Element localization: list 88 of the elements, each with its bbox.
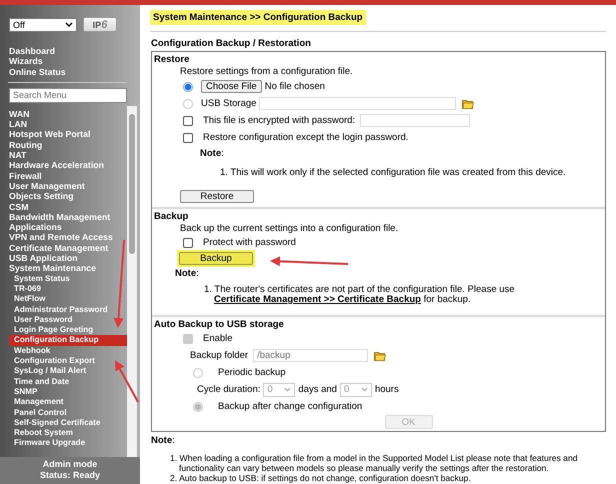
caret-icon bbox=[360, 387, 368, 392]
menu-item[interactable]: WAN bbox=[9, 108, 30, 120]
note-text: 1. The router's certificates are not part of the configuration file. Please use Certificate Management >> Certificate Backup for backup. bbox=[203, 283, 516, 307]
menu-item[interactable]: Objects Setting bbox=[9, 191, 74, 202]
caret-icon bbox=[284, 387, 292, 392]
checkbox-label: This file is encrypted with password: bbox=[203, 115, 356, 126]
status-text: Admin mode bbox=[42, 459, 98, 470]
backup-button[interactable]: Backup bbox=[179, 252, 253, 265]
radio-label: USB Storage bbox=[201, 98, 256, 109]
description-text: Back up the current settings into a configuration file. bbox=[180, 223, 398, 234]
menu-item[interactable]: Hotspot Web Portal bbox=[9, 129, 90, 140]
choose-file-button[interactable]: Choose File bbox=[201, 80, 262, 93]
section-title: Auto Backup to USB storage bbox=[153, 318, 285, 330]
checkbox[interactable] bbox=[183, 238, 193, 248]
folder-field[interactable]: /backup bbox=[253, 349, 368, 362]
field-label: Cycle duration: bbox=[197, 384, 260, 395]
ipv6-button[interactable]: IP6 bbox=[83, 17, 117, 32]
radio-button[interactable] bbox=[183, 82, 193, 92]
settings-link[interactable]: Certificate Management >> Certificate Backup bbox=[214, 294, 421, 305]
submenu-item[interactable]: Configuration Backup bbox=[9, 335, 127, 346]
field-label: Backup folder bbox=[190, 350, 248, 361]
menu-item[interactable]: CSM bbox=[9, 202, 29, 212]
menu-item[interactable]: Firewall bbox=[9, 170, 42, 181]
radio-label: Periodic backup bbox=[218, 367, 286, 378]
menu-link[interactable]: Online Status bbox=[9, 66, 66, 77]
menu-link[interactable]: Wizards bbox=[9, 56, 43, 67]
menu-item[interactable]: USB Application bbox=[9, 253, 78, 264]
mode-select[interactable]: Off bbox=[9, 18, 77, 32]
submenu-item[interactable]: Administrator Password bbox=[13, 304, 108, 315]
section-title: Backup bbox=[153, 210, 190, 222]
note-text: 1. This will work only if the selected configuration file was created from this device. bbox=[219, 166, 567, 180]
note-label: Note: bbox=[175, 268, 199, 278]
note-label: Note: bbox=[200, 148, 224, 159]
menu-item[interactable]: Hardware Acceleration bbox=[9, 160, 104, 171]
radio-button[interactable] bbox=[193, 368, 203, 378]
menu-item[interactable]: Applications bbox=[9, 222, 62, 232]
menu-item[interactable]: Bandwidth Management bbox=[9, 212, 110, 222]
menu-item[interactable]: LAN bbox=[9, 119, 28, 130]
note-label: Note: bbox=[151, 435, 175, 446]
submenu-item[interactable]: NetFlow bbox=[13, 294, 46, 305]
submenu-item[interactable]: TR-069 bbox=[13, 284, 41, 294]
menu-link[interactable]: Dashboard bbox=[9, 46, 55, 56]
radio-button[interactable] bbox=[193, 402, 203, 412]
submenu-item[interactable]: Webhook bbox=[13, 346, 50, 356]
password-field[interactable] bbox=[360, 114, 470, 127]
radio-label: Backup after change configuration bbox=[218, 401, 362, 412]
section-title: Restore bbox=[153, 53, 190, 65]
restore-button[interactable]: Restore bbox=[180, 190, 254, 203]
checkbox-label: Protect with password bbox=[203, 237, 296, 248]
submenu-item[interactable]: Reboot System bbox=[13, 428, 73, 438]
file-status: No file chosen bbox=[264, 81, 325, 92]
status-text: Status: Ready bbox=[40, 470, 100, 481]
search-field[interactable]: Search Menu bbox=[9, 88, 127, 103]
menu-item[interactable]: User Management bbox=[9, 180, 85, 192]
caret-icon bbox=[65, 22, 73, 27]
submenu-item[interactable]: Time and Date bbox=[13, 376, 70, 387]
note-text: 2. Auto backup to USB: if settings do not change, configuration doesn't backup. bbox=[169, 473, 472, 483]
usb-path-field[interactable] bbox=[259, 97, 456, 110]
submenu-item[interactable]: User Password bbox=[13, 314, 72, 326]
submenu-item[interactable]: Configuration Export bbox=[13, 356, 95, 366]
menu-item[interactable]: VPN and Remote Access bbox=[9, 232, 113, 243]
checkbox[interactable] bbox=[183, 132, 193, 142]
submenu-item[interactable]: Firmware Upgrade bbox=[13, 438, 86, 449]
submenu-item[interactable]: Login Page Greeting bbox=[13, 325, 94, 336]
radio-button[interactable] bbox=[183, 98, 193, 108]
menu-item[interactable]: Routing bbox=[9, 140, 42, 150]
description-text: Restore settings from a configuration file. bbox=[180, 66, 353, 77]
menu-item[interactable]: Certificate Management bbox=[9, 242, 108, 254]
submenu-item[interactable]: SysLog / Mail Alert bbox=[13, 366, 86, 377]
checkbox-label: Restore configuration except the login password. bbox=[203, 132, 408, 143]
scrollbar[interactable] bbox=[127, 106, 137, 457]
annotation-arrow bbox=[115, 360, 139, 402]
folder-icon[interactable] bbox=[462, 98, 474, 108]
page-title: Configuration Backup / Restoration bbox=[151, 38, 312, 51]
submenu-item[interactable]: Management bbox=[13, 397, 64, 408]
breadcrumb: System Maintenance >> Configuration Backup bbox=[150, 10, 366, 25]
submenu-item[interactable]: Self-Signed Certificate bbox=[13, 418, 100, 428]
field-label: hours bbox=[374, 384, 399, 395]
submenu-item[interactable]: Panel Control bbox=[13, 408, 67, 418]
checkbox-label: Enable bbox=[203, 333, 233, 344]
menu-item[interactable]: NAT bbox=[9, 150, 26, 160]
submenu-item[interactable]: System Status bbox=[13, 274, 70, 284]
submenu-item[interactable]: SNMP bbox=[13, 386, 38, 398]
checkbox[interactable] bbox=[183, 116, 193, 126]
folder-icon[interactable] bbox=[374, 350, 386, 360]
note-text: 1. When loading a configuration file from a model in the Supported Model List please note that features and functionality can vary between models so please manually verify the settings after the restoration. bbox=[169, 453, 579, 473]
field-label: days and bbox=[298, 384, 337, 395]
menu-item[interactable]: System Maintenance bbox=[9, 263, 96, 274]
